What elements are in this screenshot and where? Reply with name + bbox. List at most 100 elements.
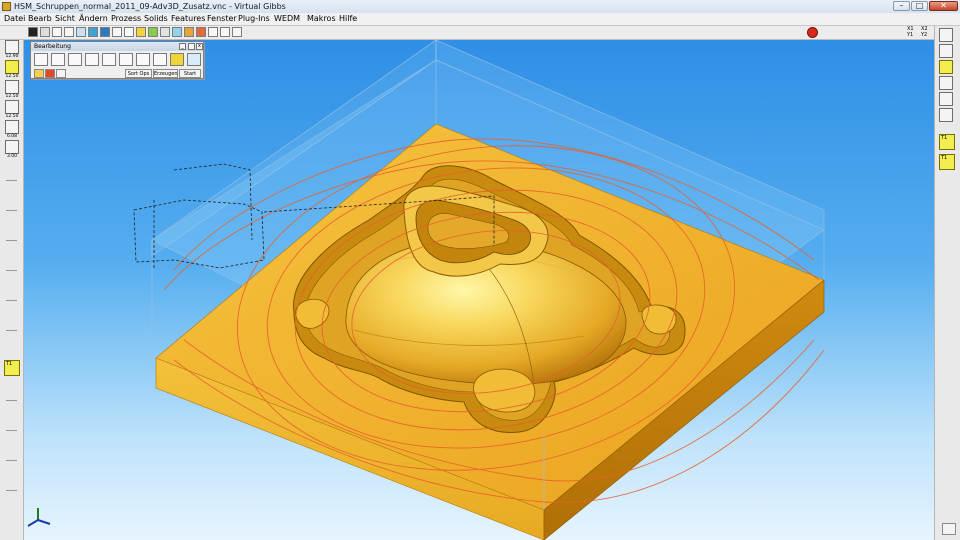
ruler-tick [6,430,17,431]
window-title: HSM_Schruppen_normal_2011_09-Adv3D_Zusat… [14,2,286,11]
ruler-tick [6,330,17,331]
rough-op-icon[interactable] [51,53,65,66]
print-icon[interactable] [220,27,230,37]
op-delete-icon[interactable] [45,69,55,78]
view-top-icon[interactable] [28,27,38,37]
tool-t1-top[interactable]: T1 [939,134,955,150]
ruler-tick [6,270,17,271]
tool-slot-6[interactable] [5,140,19,154]
menu-makros[interactable]: Makros [307,13,336,25]
surface-op-icon[interactable] [119,53,133,66]
minimize-button[interactable]: – [893,1,910,11]
tool-size-label-6: 3.00 [6,154,18,159]
tool-size-label-2: 12.50 [5,74,19,79]
scroll-down-button[interactable] [942,523,956,535]
menu-bar: Datei Bearb Sicht Ändern Prozess Solids … [0,13,960,26]
swarf-op-icon[interactable] [136,53,150,66]
tool-slot-3[interactable] [5,80,19,94]
ruler-tick [6,400,17,401]
tool-size-label-4: 12.50 [5,114,19,119]
record-button-icon[interactable] [807,27,818,38]
solid-icon[interactable] [136,27,146,37]
menu-hilfe[interactable]: Hilfe [339,13,357,25]
cad-model-render [133,40,825,540]
erzeugen-button[interactable]: Erzeugen [153,69,178,78]
menu-prozess[interactable]: Prozess [111,13,141,25]
finish-op-icon[interactable] [68,53,82,66]
tool-t1-top-label: T1 [941,135,948,141]
menu-aendern[interactable]: Ändern [79,13,108,25]
panel-close-button[interactable]: x [196,43,203,50]
tool-t1-bottom-label: T1 [941,155,948,161]
tool-t1-bottom[interactable]: T1 [939,154,955,170]
help-icon[interactable] [232,27,242,37]
view-wire-icon[interactable] [88,27,98,37]
cursor-icon[interactable] [208,27,218,37]
op-settings-icon[interactable] [56,69,66,78]
menu-bearb[interactable]: Bearb [28,13,52,25]
tool-slot-4[interactable] [5,100,19,114]
panel-minimize-button[interactable]: _ [179,43,186,50]
pocket-icon[interactable] [939,92,953,106]
start-button[interactable]: Start [179,69,201,78]
menu-features[interactable]: Features [171,13,205,25]
right-tool-bar: T1 T1 [934,26,960,540]
copy-icon[interactable] [939,44,953,58]
menu-fenster[interactable]: Fenster [207,13,237,25]
3d-viewport[interactable] [24,40,934,540]
ruler-tick [6,240,17,241]
bearbeitung-panel: Bearbeitung _ x Sort Ops Erzeugen Start [30,41,204,79]
ruler-tick [6,490,17,491]
tool-size-label-1: 12.90 [5,54,19,59]
coord-label-y1: Y1 [907,32,914,38]
tool-slot-2[interactable] [5,60,19,74]
layer-icon[interactable] [160,27,170,37]
maximize-button[interactable]: □ [911,1,928,11]
view-side-icon[interactable] [52,27,62,37]
special-op-icon[interactable] [170,53,184,66]
view-front-icon[interactable] [40,27,50,37]
sort-ops-button[interactable]: Sort Ops [125,69,152,78]
coord-label-y2: Y2 [921,32,928,38]
tool-size-label-3: 12.50 [5,94,19,99]
ruler-tick [6,210,17,211]
menu-plugins[interactable]: Plug-Ins [238,13,270,25]
part-icon[interactable] [184,27,194,37]
contour-op-icon[interactable] [34,53,48,66]
engrave-op-icon[interactable] [153,53,167,66]
view-shaded-icon[interactable] [76,27,86,37]
left-tool-bar: 12.90 12.50 12.50 12.50 6.08 3.00 T1 [0,40,24,540]
tool-slot-5[interactable] [5,120,19,134]
tool-holder-label: T1 [6,361,13,367]
tool-holder-slot[interactable]: T1 [4,360,20,376]
feature-icon[interactable] [148,27,158,37]
close-button[interactable]: ✕ [929,1,958,11]
verify-op-icon[interactable] [187,53,201,66]
drill-op-icon[interactable] [85,53,99,66]
panel-restore-button[interactable] [188,43,195,50]
edit-icon[interactable] [939,60,953,74]
toolpath-icon[interactable] [196,27,206,37]
tool-size-label-5: 6.08 [6,134,18,139]
tool-slot-1[interactable] [5,40,19,54]
zoom-fit-icon[interactable] [124,27,134,37]
zoom-icon[interactable] [112,27,122,37]
xyz-axis-icon [26,506,52,533]
title-bar: HSM_Schruppen_normal_2011_09-Adv3D_Zusat… [0,0,960,14]
menu-solids[interactable]: Solids [144,13,168,25]
shape-icon[interactable] [939,76,953,90]
app-icon [2,2,11,11]
view-render-icon[interactable] [100,27,110,37]
menu-datei[interactable]: Datei [4,13,25,25]
panel-title: Bearbeitung [31,42,203,51]
op-list-icon[interactable] [34,69,44,78]
ruler-tick [6,180,17,181]
thread-op-icon[interactable] [102,53,116,66]
ruler-tick [6,300,17,301]
menu-wedm[interactable]: WEDM [274,13,300,25]
stock-icon[interactable] [172,27,182,37]
view-iso-icon[interactable] [64,27,74,37]
surface-icon[interactable] [939,108,953,122]
menu-sicht[interactable]: Sicht [55,13,75,25]
new-file-icon[interactable] [939,28,953,42]
